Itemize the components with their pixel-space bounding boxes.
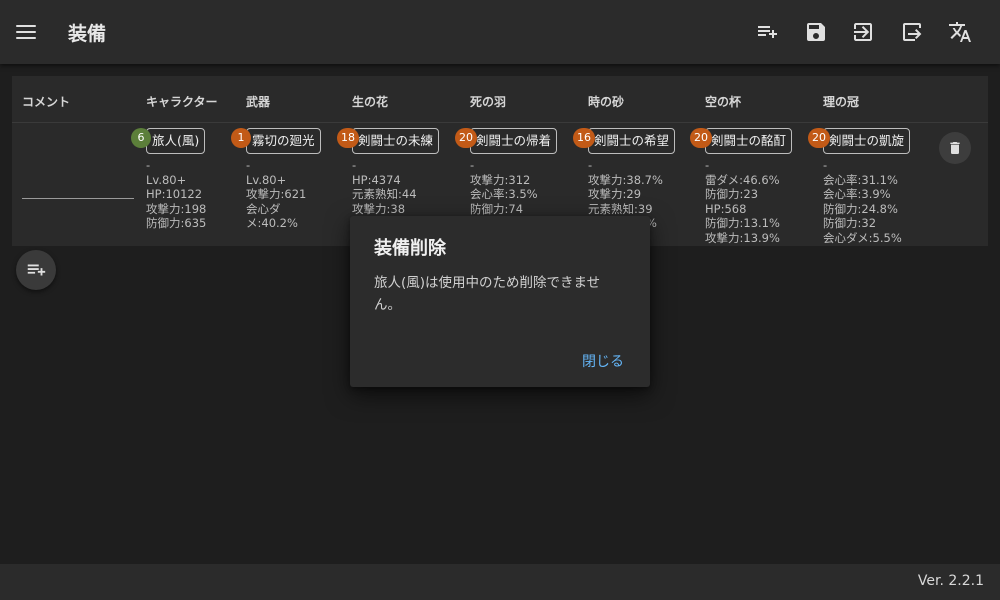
stat-line: -: [146, 158, 151, 172]
stat-line: 攻撃力:198: [146, 201, 207, 216]
artifact-name: 剣闘士の未練: [358, 133, 434, 148]
flower-chip[interactable]: 18 剣闘士の未練: [337, 128, 440, 154]
add-row-button[interactable]: [16, 250, 56, 290]
sands-chip[interactable]: 16 剣闘士の希望: [573, 128, 676, 154]
stat-line: HP:10122: [146, 187, 203, 202]
flower-cell: 18 剣闘士の未練 - HP:4374 元素熟知:44 攻撃力:38: [337, 126, 440, 216]
weapon-chip[interactable]: 1 霧切の廻光: [231, 128, 321, 154]
stat-line: 防御力:24.8%: [823, 201, 898, 216]
character-cell: 6 旅人(風) - Lv.80+ HP:10122 攻撃力:198 防御力:63…: [131, 126, 206, 231]
stat-line: -: [470, 158, 475, 172]
stat-line: 防御力:13.1%: [705, 216, 780, 231]
plume-chip[interactable]: 20 剣闘士の帰着: [455, 128, 558, 154]
delete-dialog: 装備削除 旅人(風)は使用中のため削除できません。 閉じる: [350, 216, 650, 387]
translate-icon[interactable]: [948, 20, 972, 44]
stat-line: 元素熟知:44: [352, 187, 417, 202]
dialog-message: 旅人(風)は使用中のため削除できません。: [374, 275, 601, 313]
header-divider: [12, 122, 988, 123]
dialog-title: 装備削除: [374, 238, 446, 259]
goblet-stats: - 雷ダメ:46.6% 防御力:23 HP:568 防御力:13.1% 攻撃力:…: [705, 158, 780, 246]
stat-line: -: [823, 158, 828, 172]
artifact-name: 剣闘士の帰着: [476, 133, 552, 148]
plume-cell: 20 剣闘士の帰着 - 攻撃力:312 会心率:3.5% 防御力:74: [455, 126, 558, 216]
footer: Ver. 2.2.1: [0, 564, 1000, 600]
stat-line: 攻撃力:38.7%: [588, 172, 663, 187]
page-title: 装備: [68, 23, 107, 45]
level-badge: 20: [455, 128, 477, 148]
stat-line: 攻撃力:38: [352, 201, 406, 216]
header-character: キャラクター: [146, 95, 218, 109]
stat-line: 攻撃力:312: [470, 172, 531, 187]
artifact-name: 剣闘士の凱旋: [829, 133, 905, 148]
weapon-name: 霧切の廻光: [252, 133, 315, 148]
import-icon[interactable]: [851, 20, 875, 44]
weapon-stats: - Lv.80+ 攻撃力:621 会心ダ メ:40.2%: [246, 158, 306, 231]
circlet-chip[interactable]: 20 剣闘士の凱旋: [808, 128, 911, 154]
menu-icon[interactable]: [14, 20, 38, 44]
stat-line: 会心ダ: [246, 201, 281, 216]
header-flower: 生の花: [352, 95, 389, 109]
close-button[interactable]: 閉じる: [582, 351, 624, 371]
playlist-add-icon: [27, 264, 46, 276]
trash-icon: [950, 142, 960, 154]
plume-stats: - 攻撃力:312 会心率:3.5% 防御力:74: [470, 158, 538, 216]
character-stats: - Lv.80+ HP:10122 攻撃力:198 防御力:635: [146, 158, 206, 231]
goblet-cell: 20 剣闘士の酩酊 - 雷ダメ:46.6% 防御力:23 HP:568 防御力:…: [690, 126, 793, 246]
header-sands: 時の砂: [588, 95, 625, 109]
level-badge: 20: [808, 128, 830, 148]
flower-stats: - HP:4374 元素熟知:44 攻撃力:38: [352, 158, 417, 216]
weapon-cell: 1 霧切の廻光 - Lv.80+ 攻撃力:621 会心ダ メ:40.2%: [231, 126, 321, 231]
export-icon[interactable]: [900, 20, 924, 44]
character-name: 旅人(風): [152, 133, 200, 148]
header-weapon: 武器: [246, 95, 271, 109]
stat-line: 会心率:31.1%: [823, 172, 898, 187]
stat-line: -: [588, 158, 593, 172]
artifact-name: 剣闘士の酩酊: [711, 133, 787, 148]
stat-line: 攻撃力:29: [588, 187, 642, 202]
header-circlet: 理の冠: [823, 95, 860, 109]
stat-line: 元素熟知:39: [588, 201, 653, 216]
stat-line: 攻撃力:13.9%: [705, 230, 780, 245]
refinement-badge: 1: [231, 128, 251, 148]
playlist-add-icon[interactable]: [755, 20, 779, 44]
stat-line: 会心ダメ:5.5%: [823, 230, 902, 245]
stat-line: 会心率:3.5%: [470, 187, 538, 202]
header-plume: 死の羽: [470, 95, 507, 109]
stat-line: 雷ダメ:46.6%: [705, 172, 780, 187]
goblet-chip[interactable]: 20 剣闘士の酩酊: [690, 128, 793, 154]
stat-line: Lv.80+: [146, 172, 187, 187]
save-icon[interactable]: [804, 20, 828, 44]
level-badge: 20: [690, 128, 712, 148]
stat-line: 防御力:635: [146, 216, 207, 231]
stat-line: 防御力:32: [823, 216, 877, 231]
stat-line: HP:568: [705, 201, 747, 216]
app-bar: 装備: [0, 0, 1000, 64]
circlet-cell: 20 剣闘士の凱旋 - 会心率:31.1% 会心率:3.9% 防御力:24.8%…: [808, 126, 911, 246]
version-label: Ver. 2.2.1: [917, 573, 984, 589]
constellation-badge: 6: [131, 128, 151, 148]
stat-line: -: [352, 158, 357, 172]
level-badge: 18: [337, 128, 359, 148]
header-goblet: 空の杯: [705, 95, 742, 109]
stat-line: Lv.80+: [246, 172, 287, 187]
stat-line: -: [246, 158, 251, 172]
circlet-stats: - 会心率:31.1% 会心率:3.9% 防御力:24.8% 防御力:32 会心…: [823, 158, 902, 246]
stat-line: 攻撃力:621: [246, 187, 307, 202]
delete-button[interactable]: [939, 132, 971, 164]
stat-line: 防御力:74: [470, 201, 524, 216]
stat-line: 防御力:23: [705, 187, 759, 202]
comment-input[interactable]: [22, 198, 134, 199]
header-comment: コメント: [22, 95, 71, 109]
stat-line: メ:40.2%: [246, 216, 298, 231]
artifact-name: 剣闘士の希望: [594, 133, 670, 148]
stat-line: 会心率:3.9%: [823, 187, 891, 202]
stat-line: HP:4374: [352, 172, 401, 187]
stat-line: -: [705, 158, 710, 172]
character-chip[interactable]: 6 旅人(風): [131, 128, 206, 154]
level-badge: 16: [573, 128, 595, 148]
